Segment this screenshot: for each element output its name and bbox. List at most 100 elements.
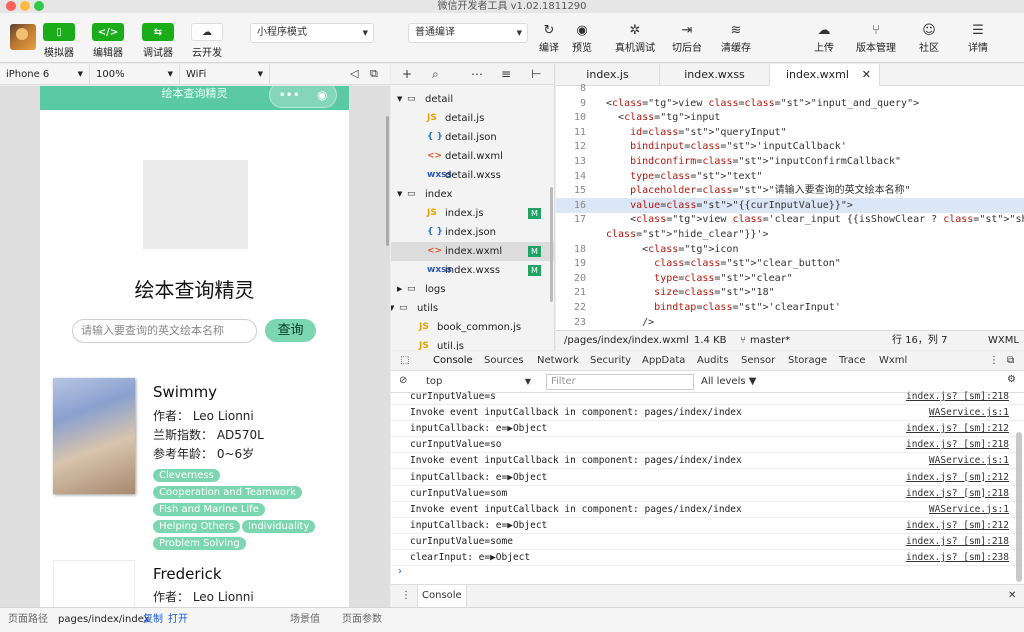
code-line[interactable]: 19 class=class="st">"clear_button" [556, 256, 1024, 271]
remote-debug-button[interactable]: ✲ 真机调试 [610, 23, 660, 54]
tab-sources[interactable]: Sources [484, 351, 524, 371]
file-item[interactable]: wxss index.wxss M [391, 261, 554, 280]
folder-item[interactable]: ▼ ▭ detail [391, 90, 554, 109]
more-icon[interactable]: ⋮ [401, 585, 411, 607]
details-button[interactable]: ☰ 详情 [953, 23, 1003, 54]
minimize-window-button[interactable] [20, 1, 30, 11]
log-source-link[interactable]: WAService.js:1 [929, 453, 1009, 469]
code-line[interactable]: 16 value=class="st">"{{curInputValue}}"> [556, 197, 1024, 213]
book-card[interactable]: Swimmy 作者： Leo Lionni 兰斯指数： AD570L 参考年龄：… [53, 378, 343, 550]
file-tree-scrollbar[interactable] [550, 187, 553, 302]
book-tag[interactable]: Helping Others [153, 520, 241, 533]
file-item[interactable]: wxss detail.wxss [391, 166, 554, 185]
sort-icon[interactable]: ≡ [501, 64, 511, 85]
mute-icon[interactable]: ◁ [350, 67, 358, 80]
chevron-icon[interactable]: ▶ [397, 280, 402, 299]
tab-network[interactable]: Network [537, 351, 579, 371]
more-icon[interactable]: ••• [279, 87, 300, 103]
tab-console[interactable]: Console [433, 351, 473, 371]
folder-item[interactable]: ▼ ▭ index [391, 185, 554, 204]
code-line[interactable]: 11 id=class="st">"queryInput" [556, 125, 1024, 140]
avatar[interactable] [10, 24, 36, 50]
close-circle-icon[interactable]: ◉ [317, 87, 327, 103]
gear-icon[interactable]: ⚙ [1007, 374, 1016, 385]
scene-label[interactable]: 场景值 [290, 608, 320, 632]
code-line[interactable]: 14 type=class="st">"text" [556, 169, 1024, 184]
code-line[interactable]: 21 size=class="st">"18" [556, 285, 1024, 300]
book-tag[interactable]: Fish and Marine Life [153, 503, 265, 516]
mode-select[interactable]: 小程序模式 ▼ [250, 23, 374, 43]
log-source-link[interactable]: index.js? [sm]:212 [906, 470, 1009, 486]
file-item[interactable]: JS book_common.js [391, 318, 554, 337]
search-icon[interactable]: ⌕ [432, 64, 439, 85]
book-tag[interactable]: Cleverness [153, 469, 220, 482]
more-icon[interactable]: ⋮ [989, 351, 999, 371]
network-select[interactable]: WiFi ▼ [180, 64, 270, 85]
code-line[interactable]: 12 bindinput=class="st">'inputCallback' [556, 139, 1024, 154]
preview-button[interactable]: ◉ 预览 [557, 23, 607, 54]
simulator-button[interactable]: ▯ 模拟器 [41, 23, 77, 59]
log-source-link[interactable]: index.js? [sm]:212 [906, 421, 1009, 437]
code-line[interactable]: 9 <class="tg">view class=class="st">"inpu… [556, 96, 1024, 111]
query-button[interactable]: 查询 [265, 319, 316, 342]
tab-sensor[interactable]: Sensor [741, 351, 775, 371]
clear-cache-button[interactable]: ≋ 清缓存 [711, 23, 761, 54]
file-item[interactable]: JS detail.js [391, 109, 554, 128]
code-line[interactable]: 20 type=class="st">"clear" [556, 271, 1024, 286]
more-icon[interactable]: ⋯ [471, 64, 483, 85]
log-source-link[interactable]: index.js? [sm]:218 [906, 389, 1009, 405]
cloud-button[interactable]: ☁ 云开发 [189, 23, 225, 59]
add-icon[interactable]: + [402, 64, 412, 85]
close-window-button[interactable] [6, 1, 16, 11]
code-area[interactable]: 8 9 <class="tg">view class=class="st">"inp… [556, 83, 1024, 328]
file-item[interactable]: { } index.json [391, 223, 554, 242]
code-line[interactable]: class="st">"hide_clear"}}'> [556, 227, 1024, 242]
version-button[interactable]: ⑂ 版本管理 [851, 23, 901, 54]
console-prompt-icon[interactable]: › [398, 566, 402, 577]
code-line[interactable]: 15 placeholder=class="st">"请输入要查询的英文绘本名称… [556, 183, 1024, 198]
console-scrollbar[interactable] [1016, 432, 1022, 582]
log-source-link[interactable]: index.js? [sm]:212 [906, 518, 1009, 534]
collapse-icon[interactable]: ⊢ [531, 64, 541, 85]
context-select[interactable]: top ▼ [421, 374, 535, 390]
close-icon[interactable]: ✕ [1008, 585, 1016, 607]
drawer-console-tab[interactable]: Console [417, 585, 467, 607]
code-line[interactable]: 8 [556, 81, 1024, 96]
tab-wxml[interactable]: Wxml [879, 351, 907, 371]
file-item[interactable]: { } detail.json [391, 128, 554, 147]
background-button[interactable]: ⇥ 切后台 [662, 23, 712, 54]
file-item[interactable]: <> index.wxml M [391, 242, 554, 261]
log-source-link[interactable]: index.js? [sm]:218 [906, 534, 1009, 550]
community-button[interactable]: ☺ 社区 [904, 23, 954, 54]
tab-audits[interactable]: Audits [697, 351, 728, 371]
log-source-link[interactable]: index.js? [sm]:218 [906, 486, 1009, 502]
file-item[interactable]: <> detail.wxml [391, 147, 554, 166]
code-line[interactable]: 13 bindconfirm=class="st">"inputConfirmC… [556, 154, 1024, 169]
zoom-window-button[interactable] [34, 1, 44, 11]
code-line[interactable]: 22 bindtap=class="st">'clearInput' [556, 300, 1024, 315]
book-tag[interactable]: Cooperation and Teamwork [153, 486, 302, 499]
chevron-icon[interactable]: ▼ [397, 185, 402, 204]
log-source-link[interactable]: index.js? [sm]:218 [906, 437, 1009, 453]
dock-icon[interactable]: ⧉ [1007, 351, 1014, 371]
editor-button[interactable]: </> 编辑器 [90, 23, 126, 59]
tab-trace[interactable]: Trace [839, 351, 866, 371]
code-line[interactable]: 18 <class="tg">icon [556, 242, 1024, 257]
params-label[interactable]: 页面参数 [342, 608, 382, 632]
filter-input[interactable]: Filter [546, 374, 694, 390]
tab-security[interactable]: Security [590, 351, 631, 371]
code-line[interactable]: 10 <class="tg">input [556, 110, 1024, 125]
language-mode[interactable]: WXML [988, 331, 1019, 350]
copy-link[interactable]: 复制 [143, 608, 163, 632]
book-card[interactable]: Frederick 作者： Leo Lionni [53, 560, 343, 607]
log-source-link[interactable]: WAService.js:1 [929, 405, 1009, 421]
zoom-select[interactable]: 100% ▼ [90, 64, 180, 85]
book-cover-image[interactable] [53, 560, 135, 607]
search-input[interactable]: 请输入要查询的英文绘本名称 [72, 319, 257, 343]
folder-item[interactable]: ▼ ▭ utils [391, 299, 554, 318]
code-line[interactable]: 17 <class="tg">view class='clear_input {… [556, 212, 1024, 227]
chevron-icon[interactable]: ▼ [391, 299, 394, 318]
clear-console-icon[interactable]: ⊘ [399, 375, 407, 386]
tab-appdata[interactable]: AppData [642, 351, 685, 371]
book-tag[interactable]: Problem Solving [153, 537, 246, 550]
